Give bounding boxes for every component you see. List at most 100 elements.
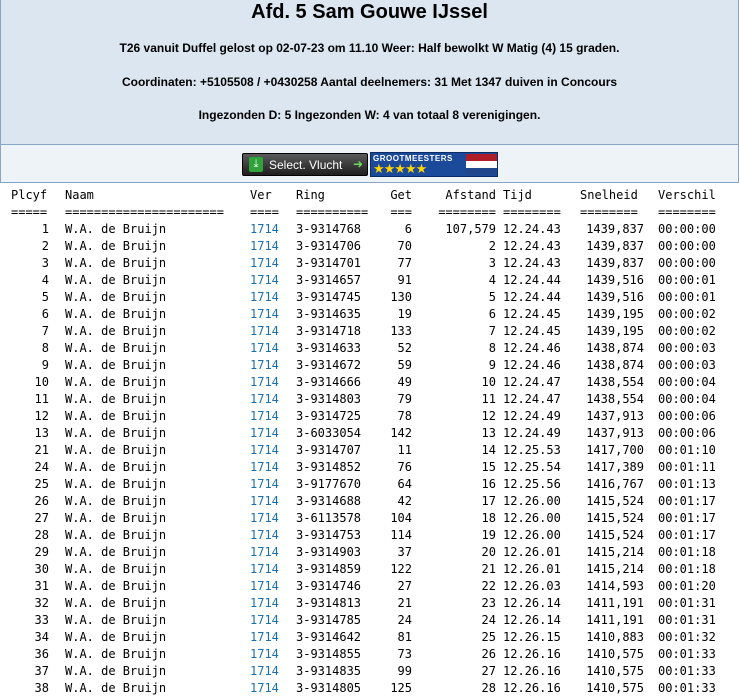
cell-naam: Naam	[65, 188, 94, 202]
cell-tijd: 12.25.53	[503, 443, 561, 457]
cell-verschil: 00:00:00	[658, 239, 716, 253]
cell-get: 73	[397, 647, 412, 661]
cell-ver: 1714	[250, 528, 279, 542]
table-separator-row: ===== ====================== ==== =========…	[0, 204, 739, 221]
cell-ver: 1714	[250, 307, 279, 321]
cell-snelheid: 1438,874	[586, 358, 644, 372]
grootmeesters-badge[interactable]: GROOTMEESTERS ★★★★★	[370, 152, 498, 177]
cell-afstand: 5	[488, 290, 496, 304]
cell-plcyf: 27	[34, 511, 49, 525]
table-row: 36 W.A. de Bruijn 1714 3-9314855 73 26 12.26.1…	[0, 646, 739, 663]
cell-verschil: 00:01:31	[658, 596, 716, 610]
cell-ver: 1714	[250, 222, 279, 236]
cell-naam: W.A. de Bruijn	[65, 358, 167, 372]
table-row: 26 W.A. de Bruijn 1714 3-9314688 42 17 12.26.0…	[0, 493, 739, 510]
cell-ring: 3-9314642	[296, 630, 362, 644]
cell-get: 78	[397, 409, 412, 423]
cell-snelheid: 1437,913	[586, 409, 644, 423]
cell-ver: 1714	[250, 443, 279, 457]
cell-snelheid: 1415,214	[586, 545, 644, 559]
cell-ver: 1714	[250, 239, 279, 253]
cell-tijd: 12.26.16	[503, 647, 561, 661]
cell-ver: 1714	[250, 562, 279, 576]
cell-afstand: 25	[481, 630, 496, 644]
cell-verschil: 00:01:13	[658, 477, 716, 491]
cell-plcyf: 9	[41, 358, 49, 372]
cell-plcyf: 3	[41, 256, 49, 270]
table-row: 1 W.A. de Bruijn 1714 3-9314768 6 107,579 12.2…	[0, 221, 739, 238]
cell-get: 59	[397, 358, 412, 372]
cell-tijd: 12.24.46	[503, 358, 561, 372]
cell-snelheid: 1417,389	[586, 460, 644, 474]
cell-tijd: 12.25.54	[503, 460, 561, 474]
cell-tijd: ========	[503, 205, 561, 219]
table-row: 3 W.A. de Bruijn 1714 3-9314701 77 3 12.24.43 1…	[0, 255, 739, 272]
cell-snelheid: 1439,195	[586, 324, 644, 338]
cell-naam: W.A. de Bruijn	[65, 324, 167, 338]
cell-plcyf: 34	[34, 630, 49, 644]
table-row: 7 W.A. de Bruijn 1714 3-9314718 133 7 12.24.45…	[0, 323, 739, 340]
cell-ring: 3-9314688	[296, 494, 362, 508]
cell-verschil: 00:01:31	[658, 613, 716, 627]
cell-get: 21	[397, 596, 412, 610]
cell-ver: 1714	[250, 256, 279, 270]
cell-afstand: 6	[488, 307, 496, 321]
cell-naam: W.A. de Bruijn	[65, 596, 167, 610]
table-header-row: Plcyf Naam Ver Ring Get Afstand Tijd Snelheid Ve…	[0, 187, 739, 204]
cell-afstand: 15	[481, 460, 496, 474]
cell-afstand: 18	[481, 511, 496, 525]
table-row: 6 W.A. de Bruijn 1714 3-9314635 19 6 12.24.45 1…	[0, 306, 739, 323]
select-flight-button[interactable]: ⤓ Select. Vlucht ➜	[242, 153, 368, 176]
cell-tijd: 12.24.43	[503, 222, 561, 236]
cell-tijd: 12.26.16	[503, 664, 561, 678]
cell-plcyf: 12	[34, 409, 49, 423]
cell-ver: 1714	[250, 579, 279, 593]
cell-plcyf: 28	[34, 528, 49, 542]
cell-afstand: 21	[481, 562, 496, 576]
cell-ver: 1714	[250, 511, 279, 525]
cell-get: 27	[397, 579, 412, 593]
cell-afstand: 27	[481, 664, 496, 678]
cell-snelheid: 1438,554	[586, 375, 644, 389]
cell-verschil: 00:00:00	[658, 256, 716, 270]
cell-tijd: 12.24.43	[503, 239, 561, 253]
cell-verschil: 00:01:33	[658, 647, 716, 661]
cell-tijd: 12.26.03	[503, 579, 561, 593]
cell-get: 52	[397, 341, 412, 355]
table-row: 38 W.A. de Bruijn 1714 3-9314805 125 28 12.26.…	[0, 680, 739, 697]
cell-ring: 3-9314672	[296, 358, 362, 372]
coordinates-info: Coordinaten: +5105508 / +0430258 Aantal …	[121, 75, 618, 89]
cell-snelheid: 1410,575	[586, 647, 644, 661]
cell-ver: 1714	[250, 358, 279, 372]
cell-tijd: 12.25.56	[503, 477, 561, 491]
cell-plcyf: 32	[34, 596, 49, 610]
cell-naam: W.A. de Bruijn	[65, 392, 167, 406]
cell-get: 125	[390, 681, 412, 695]
cell-verschil: 00:00:01	[658, 290, 716, 304]
cell-afstand: 11	[481, 392, 496, 406]
cell-plcyf: 7	[41, 324, 49, 338]
cell-naam: ======================	[65, 205, 224, 219]
cell-tijd: 12.26.01	[503, 545, 561, 559]
cell-verschil: 00:00:03	[658, 358, 716, 372]
cell-ring: 3-9314855	[296, 647, 362, 661]
cell-snelheid: ========	[580, 205, 638, 219]
cell-tijd: 12.24.46	[503, 341, 561, 355]
cell-get: 77	[397, 256, 412, 270]
cell-verschil: 00:00:01	[658, 273, 716, 287]
cell-naam: W.A. de Bruijn	[65, 664, 167, 678]
cell-get: 76	[397, 460, 412, 474]
cell-get: 81	[397, 630, 412, 644]
cell-plcyf: 21	[34, 443, 49, 457]
table-row: 9 W.A. de Bruijn 1714 3-9314672 59 9 12.24.46 1…	[0, 357, 739, 374]
table-row: 13 W.A. de Bruijn 1714 3-6033054 142 13 12.24.…	[0, 425, 739, 442]
cell-plcyf: 4	[41, 273, 49, 287]
cell-verschil: 00:01:20	[658, 579, 716, 593]
cell-snelheid: 1415,524	[586, 511, 644, 525]
cell-plcyf: 33	[34, 613, 49, 627]
table-row: 21 W.A. de Bruijn 1714 3-9314707 11 14 12.25.5…	[0, 442, 739, 459]
cell-tijd: 12.26.01	[503, 562, 561, 576]
cell-ver: 1714	[250, 324, 279, 338]
cell-afstand: 20	[481, 545, 496, 559]
cell-ver: 1714	[250, 545, 279, 559]
